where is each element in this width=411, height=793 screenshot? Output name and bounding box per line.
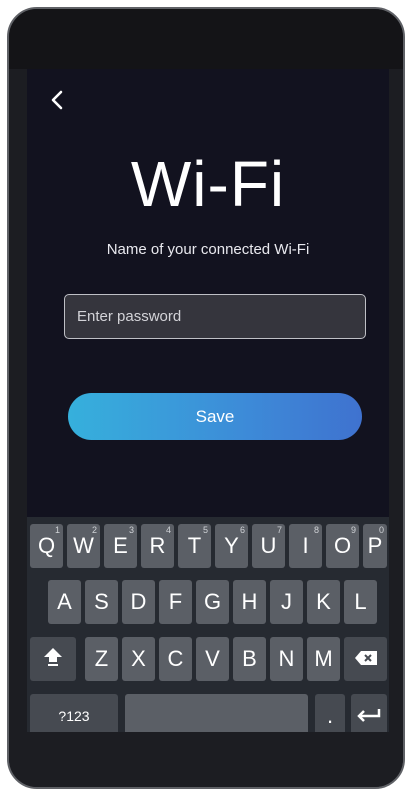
key-e[interactable]: E3 [104, 524, 137, 568]
enter-icon [356, 703, 382, 729]
top-bezel [9, 9, 403, 69]
key-h[interactable]: H [233, 580, 266, 624]
key-label: O [333, 533, 352, 558]
key-label: T [187, 533, 202, 558]
shift-key[interactable] [30, 637, 76, 681]
back-arrow-icon[interactable] [47, 89, 69, 111]
key-hint: 7 [276, 525, 282, 535]
key-hint: 2 [91, 525, 97, 535]
key-label: U [260, 533, 277, 558]
save-button[interactable]: Save [68, 393, 362, 440]
key-k[interactable]: K [307, 580, 340, 624]
page-title: Wi-Fi [130, 148, 286, 220]
key-hint: 5 [202, 525, 208, 535]
key-d[interactable]: D [122, 580, 155, 624]
key-o[interactable]: O9 [326, 524, 359, 568]
key-y[interactable]: Y6 [215, 524, 248, 568]
key-hint: 1 [54, 525, 60, 535]
key-hint: 0 [378, 525, 384, 535]
key-v[interactable]: V [196, 637, 229, 681]
key-hint: 3 [128, 525, 134, 535]
key-m[interactable]: M [307, 637, 340, 681]
key-f[interactable]: F [159, 580, 192, 624]
key-i[interactable]: I8 [289, 524, 322, 568]
key-label: E [113, 533, 128, 558]
key-n[interactable]: N [270, 637, 303, 681]
backspace-key[interactable] [344, 637, 387, 681]
key-hint: 6 [239, 525, 245, 535]
key-c[interactable]: C [159, 637, 192, 681]
key-label: W [73, 533, 94, 558]
key-hint: 9 [350, 525, 356, 535]
page-subtitle: Name of your connected Wi-Fi [106, 241, 310, 258]
phone-frame: Wi-Fi Name of your connected Wi-Fi Save … [7, 7, 405, 789]
backspace-icon [354, 646, 378, 672]
key-label: Y [224, 533, 239, 558]
key-r[interactable]: R4 [141, 524, 174, 568]
key-label: P [367, 533, 383, 558]
key-label: I [302, 533, 309, 558]
on-screen-keyboard: Q1 W2 E3 R4 T5 Y6 U7 I8 O9 P0 A S D F G … [27, 517, 389, 738]
key-hint: 4 [165, 525, 171, 535]
key-j[interactable]: J [270, 580, 303, 624]
key-z[interactable]: Z [85, 637, 118, 681]
key-a[interactable]: A [48, 580, 81, 624]
key-l[interactable]: L [344, 580, 377, 624]
key-b[interactable]: B [233, 637, 266, 681]
app-screen: Wi-Fi Name of your connected Wi-Fi Save [27, 69, 389, 517]
key-q[interactable]: Q1 [30, 524, 63, 568]
key-w[interactable]: W2 [67, 524, 100, 568]
key-hint: 8 [313, 525, 319, 535]
key-s[interactable]: S [85, 580, 118, 624]
key-label: Q [37, 533, 56, 558]
key-p[interactable]: P0 [363, 524, 387, 568]
shift-icon [42, 645, 64, 673]
bottom-bezel [9, 732, 403, 787]
key-g[interactable]: G [196, 580, 229, 624]
key-t[interactable]: T5 [178, 524, 211, 568]
key-x[interactable]: X [122, 637, 155, 681]
password-input[interactable] [64, 294, 366, 339]
key-u[interactable]: U7 [252, 524, 285, 568]
key-label: R [149, 533, 166, 558]
